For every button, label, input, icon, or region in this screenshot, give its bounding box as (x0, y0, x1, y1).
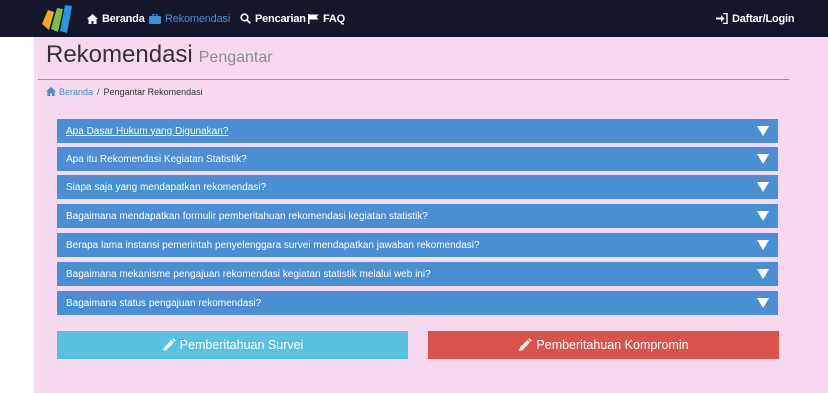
briefcase-icon (149, 13, 161, 25)
pemberitahuan-kompromin-button[interactable]: Pemberitahuan Kompromin (428, 331, 779, 359)
nav-pencarian-label: Pencarian (255, 12, 306, 25)
breadcrumb-separator: / (97, 87, 100, 97)
page-subtitle: Pengantar (198, 49, 273, 66)
faq-question: Bagaimana mendapatkan formulir pemberita… (66, 210, 428, 222)
faq-item-dasar-hukum[interactable]: Apa Dasar Hukum yang Digunakan? (57, 119, 778, 143)
pencil-icon (518, 338, 533, 352)
top-navbar: Beranda Rekomendasi Pencarian FAQ Daftar… (0, 0, 828, 37)
caret-down-icon (757, 211, 769, 221)
pemberitahuan-kompromin-label: Pemberitahuan Kompromin (536, 338, 689, 352)
home-icon (86, 13, 98, 25)
nav-faq[interactable]: FAQ (307, 0, 345, 37)
caret-down-icon (757, 154, 769, 164)
nav-beranda[interactable]: Beranda (86, 0, 145, 37)
nav-rekomendasi-label: Rekomendasi (165, 12, 231, 25)
nav-login-label: Daftar/Login (732, 12, 795, 25)
breadcrumb-current: Pengantar Rekomendasi (103, 87, 203, 97)
faq-question: Apa itu Rekomendasi Kegiatan Statistik? (66, 153, 247, 165)
faq-item-status[interactable]: Bagaimana status pengajuan rekomendasi? (57, 291, 778, 315)
page-title: Rekomendasi Pengantar (46, 41, 273, 69)
faq-item-berapa-lama[interactable]: Berapa lama instansi pemerintah penyelen… (57, 233, 778, 257)
faq-question: Apa Dasar Hukum yang Digunakan? (66, 125, 229, 137)
pencil-icon (162, 338, 176, 352)
caret-down-icon (757, 182, 769, 192)
nav-beranda-label: Beranda (102, 12, 145, 25)
page-title-main: Rekomendasi (46, 41, 193, 68)
pemberitahuan-survei-label: Pemberitahuan Survei (179, 338, 304, 352)
bps-logo[interactable] (40, 2, 74, 35)
faq-item-mekanisme[interactable]: Bagaimana mekanisme pengajuan rekomendas… (57, 262, 778, 286)
caret-down-icon (757, 269, 769, 279)
home-icon (46, 87, 56, 97)
faq-item-siapa[interactable]: Siapa saja yang mendapatkan rekomendasi? (57, 175, 778, 199)
faq-question: Siapa saja yang mendapatkan rekomendasi? (66, 181, 267, 193)
faq-question: Bagaimana status pengajuan rekomendasi? (66, 297, 262, 309)
login-icon (716, 13, 728, 25)
caret-down-icon (757, 240, 769, 250)
pemberitahuan-survei-button[interactable]: Pemberitahuan Survei (57, 331, 408, 359)
faq-item-formulir[interactable]: Bagaimana mendapatkan formulir pemberita… (57, 204, 778, 228)
flag-icon (307, 13, 319, 25)
nav-daftar-login[interactable]: Daftar/Login (716, 0, 795, 37)
faq-question: Bagaimana mekanisme pengajuan rekomendas… (66, 268, 431, 280)
caret-down-icon (757, 126, 769, 136)
nav-pencarian[interactable]: Pencarian (239, 0, 306, 37)
breadcrumb-beranda[interactable]: Beranda (59, 87, 93, 97)
title-divider (38, 79, 789, 80)
caret-down-icon (757, 298, 769, 308)
faq-item-apa-itu[interactable]: Apa itu Rekomendasi Kegiatan Statistik? (57, 147, 778, 171)
nav-faq-label: FAQ (323, 12, 346, 25)
breadcrumb: Beranda / Pengantar Rekomendasi (46, 87, 203, 97)
faq-question: Berapa lama instansi pemerintah penyelen… (66, 239, 480, 251)
nav-rekomendasi[interactable]: Rekomendasi (149, 0, 230, 37)
search-icon (239, 13, 251, 25)
